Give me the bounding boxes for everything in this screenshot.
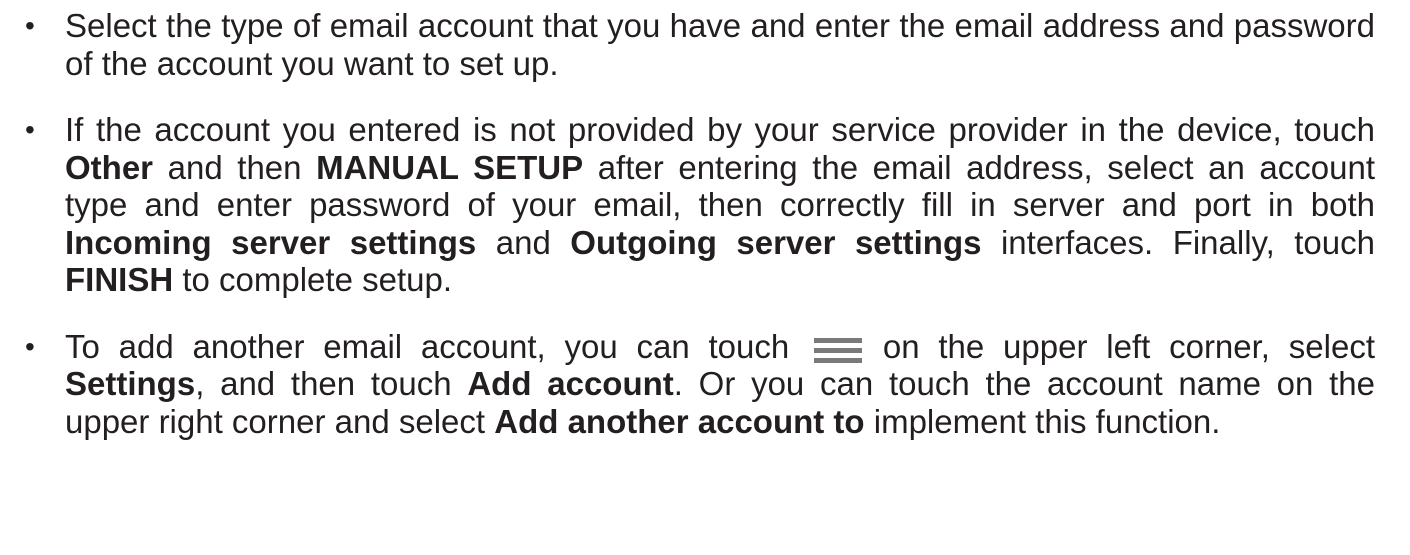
bullet-text: If the account you entered is not provid… [65, 111, 1375, 148]
term-manual-setup: MANUAL SETUP [316, 148, 584, 186]
bullet-text: To add another email account, you can to… [65, 327, 809, 365]
term-settings: Settings [65, 365, 196, 402]
bullet-text: and then [153, 148, 317, 186]
bullet-text: implement this function. [864, 402, 1221, 440]
bullet-dot: • [25, 10, 35, 41]
bullet-item-add-another-account: • To add another email account, you can … [25, 328, 1375, 441]
menu-icon [814, 337, 863, 363]
bullet-text: , and then touch [195, 365, 468, 402]
bullet-dot: • [25, 114, 35, 145]
term-other: Other [65, 148, 154, 186]
instruction-bullet-list: • Select the type of email account that … [25, 7, 1375, 469]
bullet-dot: • [25, 330, 35, 362]
bullet-text: interfaces. Finally, touch [981, 223, 1375, 261]
bullet-text: and [476, 223, 571, 261]
bullet-item-select-account-type: • Select the type of email account that … [25, 7, 1375, 82]
term-incoming-server-settings: Incoming server settings [65, 223, 477, 261]
bullet-text: on the upper left corner, select [864, 327, 1375, 365]
bullet-text: Select the type of email account that yo… [65, 7, 1375, 82]
term-outgoing-server-settings: Outgoing server settings [570, 223, 982, 261]
bullet-text: to complete setup. [173, 261, 452, 298]
term-add-another-account-to: Add another account to [494, 402, 865, 440]
term-finish: FINISH [65, 261, 174, 298]
bullet-item-manual-setup: • If the account you entered is not prov… [25, 111, 1375, 299]
term-add-account: Add account [467, 365, 674, 402]
